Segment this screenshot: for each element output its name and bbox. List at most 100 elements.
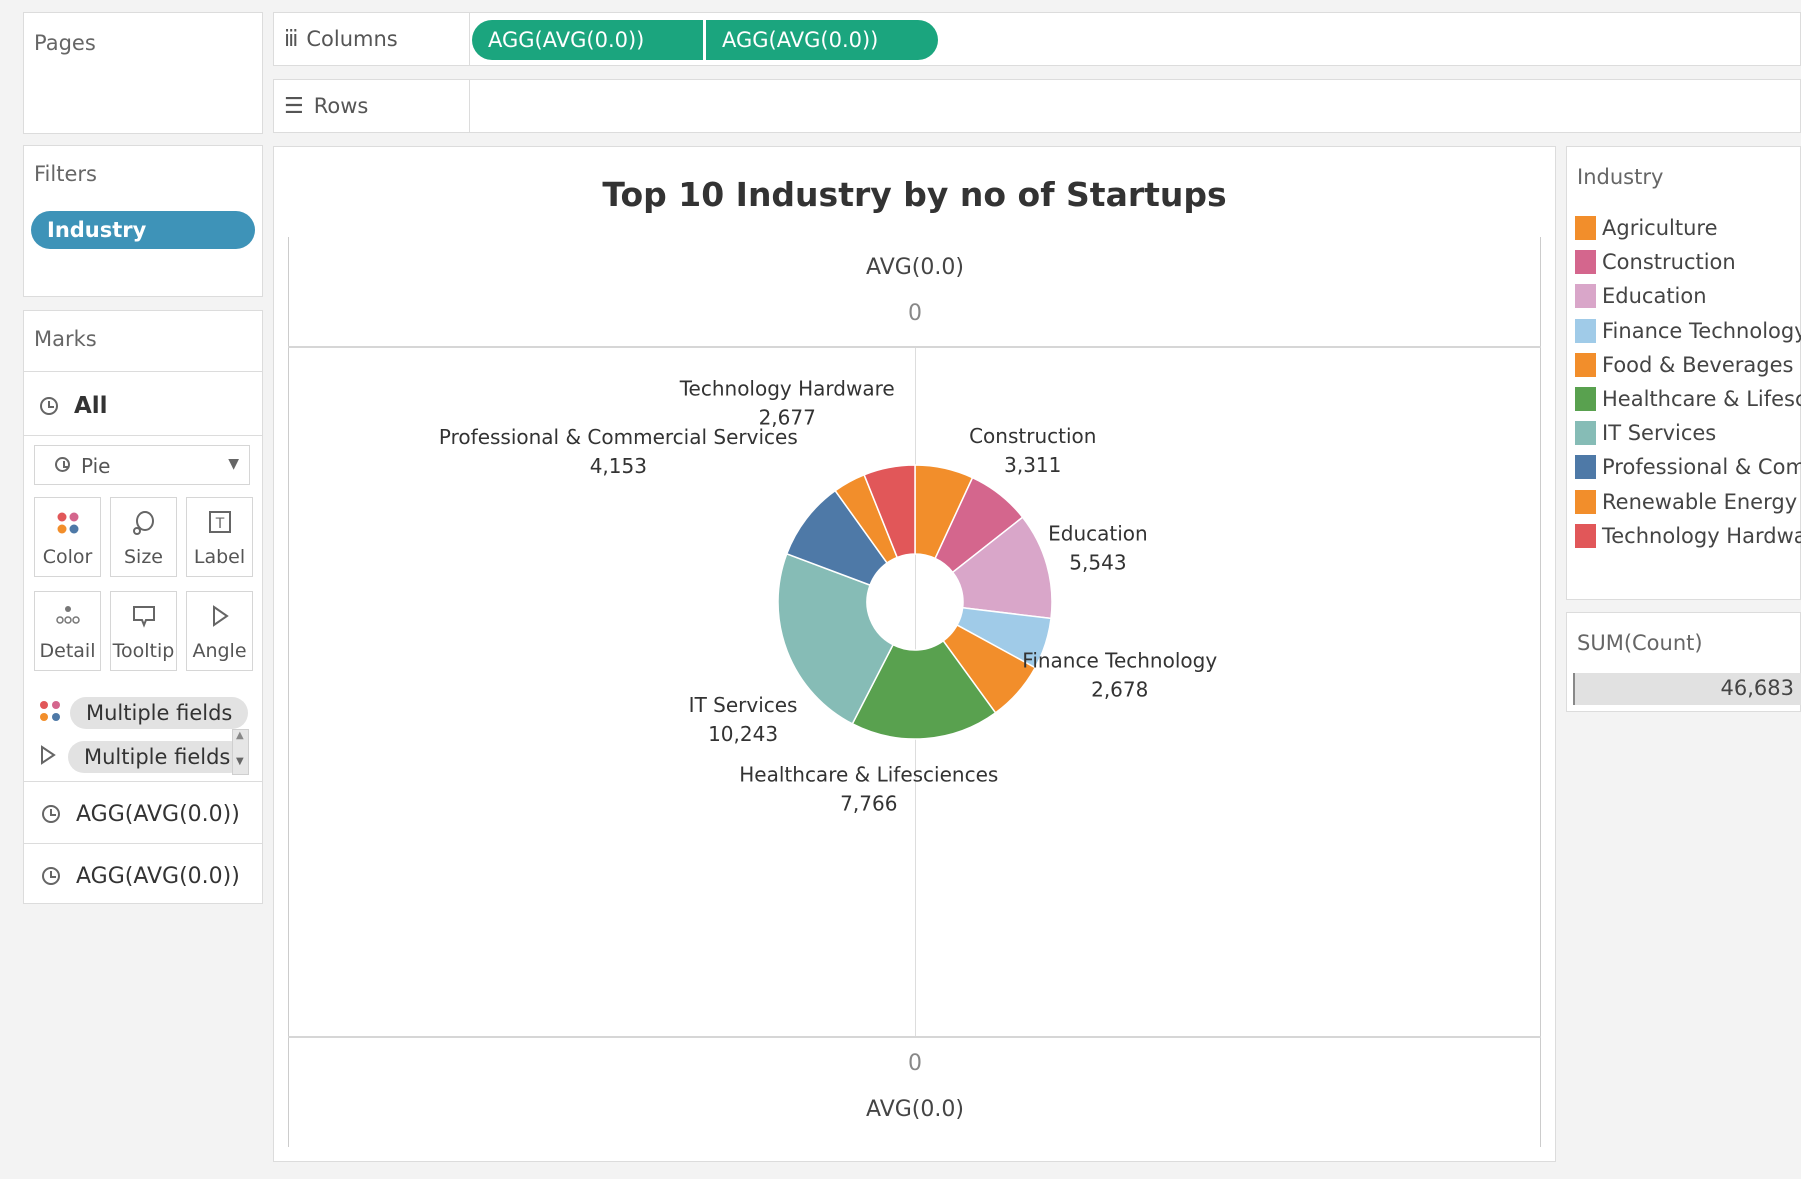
legend-label: Healthcare & Lifescie.. xyxy=(1602,387,1801,411)
legend-swatch xyxy=(1575,489,1596,514)
size-button-label: Size xyxy=(123,546,163,568)
legend-swatch xyxy=(1575,284,1596,309)
legend-item[interactable]: Healthcare & Lifescie.. xyxy=(1575,384,1801,414)
marks-layer-1[interactable]: AGG(AVG(0.0)) xyxy=(42,789,240,839)
mark-type-dropdown[interactable]: Pie ▼ xyxy=(34,445,250,485)
legend-swatch xyxy=(1575,523,1596,548)
legend-item[interactable]: Agriculture xyxy=(1575,213,1718,243)
sum-count-card: SUM(Count) 46,683 xyxy=(1566,612,1801,712)
legend-item[interactable]: Professional & Com.. xyxy=(1575,452,1801,482)
mark-type-value: Pie xyxy=(81,454,111,478)
marks-divider-4 xyxy=(24,843,262,844)
legend-label: IT Services xyxy=(1602,421,1717,446)
rows-shelf[interactable]: ☰ Rows xyxy=(273,79,1801,133)
pie-mark-icon xyxy=(42,867,60,885)
rows-icon: ☰ xyxy=(284,93,304,119)
tooltip-button-label: Tooltip xyxy=(112,640,175,662)
filter-pill-industry[interactable]: Industry xyxy=(31,211,255,249)
angle-icon xyxy=(38,744,58,770)
angle-field-pill[interactable]: Multiple fields xyxy=(68,741,247,773)
label-icon: T xyxy=(208,510,232,540)
rows-shelf-header: ☰ Rows xyxy=(274,80,470,132)
marks-card-label: Marks xyxy=(34,327,97,351)
marks-layer-2[interactable]: AGG(AVG(0.0)) xyxy=(42,851,240,901)
filters-shelf[interactable]: Filters Industry xyxy=(23,145,263,297)
pie-chart: Technology Hardware2,677Construction3,31… xyxy=(439,377,1217,816)
legend-swatch xyxy=(1575,421,1596,446)
data-label-name: Healthcare & Lifesciences xyxy=(739,762,998,786)
legend-title: Industry xyxy=(1577,165,1664,189)
color-field-pill[interactable]: Multiple fields xyxy=(70,697,249,729)
legend-label: Agriculture xyxy=(1602,216,1718,240)
columns-icon: iii xyxy=(284,26,298,52)
legend-item[interactable]: Education xyxy=(1575,281,1707,311)
data-label-value: 3,311 xyxy=(1004,453,1061,477)
legend-item[interactable]: IT Services xyxy=(1575,418,1716,448)
legend-label: Education xyxy=(1602,284,1707,309)
tooltip-button[interactable]: Tooltip xyxy=(110,591,177,671)
data-label-name: IT Services xyxy=(689,693,798,717)
column-pill-2[interactable]: AGG(AVG(0.0)) xyxy=(706,20,938,60)
color-dots-icon xyxy=(55,510,81,542)
legend-item[interactable]: Construction xyxy=(1575,247,1736,277)
svg-text:T: T xyxy=(214,516,224,532)
color-button[interactable]: Color xyxy=(34,497,101,577)
legend-label: Professional & Com.. xyxy=(1602,455,1801,480)
legend-swatch xyxy=(1575,387,1596,411)
pie-mark-icon xyxy=(55,457,70,472)
scroll-down-icon: ▼ xyxy=(236,756,244,767)
detail-button-label: Detail xyxy=(39,640,96,662)
data-label-name: Finance Technology xyxy=(1022,649,1217,673)
legend-item[interactable]: Technology Hardware xyxy=(1575,521,1801,551)
size-icon xyxy=(131,510,157,542)
marks-divider-3 xyxy=(24,781,262,782)
detail-button[interactable]: Detail xyxy=(34,591,101,671)
chevron-down-icon: ▼ xyxy=(228,456,239,472)
data-label-name: Technology Hardware xyxy=(679,377,895,401)
scroll-up-icon: ▲ xyxy=(236,730,244,741)
pages-shelf-label: Pages xyxy=(34,31,96,55)
legend-label: Finance Technology xyxy=(1602,318,1801,343)
columns-shelf-header: iii Columns xyxy=(274,13,470,65)
sum-count-bar: 46,683 xyxy=(1573,673,1801,705)
legend-swatch xyxy=(1575,455,1596,480)
legend-label: Renewable Energy xyxy=(1602,489,1798,514)
data-label-name: Construction xyxy=(969,424,1096,448)
data-label-value: 7,766 xyxy=(840,791,897,815)
legend-swatch xyxy=(1575,250,1596,275)
angle-button[interactable]: Angle xyxy=(186,591,253,671)
legend-item[interactable]: Finance Technology xyxy=(1575,316,1801,346)
size-button[interactable]: Size xyxy=(110,497,177,577)
pages-shelf[interactable]: Pages xyxy=(23,12,263,134)
color-button-label: Color xyxy=(42,546,93,568)
color-field-row: Multiple fields xyxy=(38,695,249,731)
label-button[interactable]: T Label xyxy=(186,497,253,577)
sum-count-value: 46,683 xyxy=(1720,676,1794,700)
data-label-value: 10,243 xyxy=(708,722,778,746)
legend-swatch xyxy=(1575,352,1596,377)
tooltip-icon xyxy=(131,604,157,634)
marks-scrollbar[interactable]: ▲ ▼ xyxy=(232,729,249,775)
legend-swatch xyxy=(1575,216,1596,240)
detail-icon xyxy=(55,604,81,634)
data-label-value: 5,543 xyxy=(1069,551,1126,575)
pie-mark-icon xyxy=(42,805,60,823)
marks-divider xyxy=(24,371,262,372)
marks-all-tab[interactable]: All xyxy=(40,386,108,426)
data-label-value: 4,153 xyxy=(590,454,647,478)
angle-button-label: Angle xyxy=(192,640,247,662)
columns-shelf[interactable]: iii Columns AGG(AVG(0.0)) AGG(AVG(0.0)) xyxy=(273,12,1801,66)
legend-item[interactable]: Renewable Energy xyxy=(1575,487,1797,517)
marks-divider-2 xyxy=(24,435,262,436)
filters-shelf-label: Filters xyxy=(34,162,97,186)
legend-item[interactable]: Food & Beverages xyxy=(1575,350,1793,380)
column-pill-1[interactable]: AGG(AVG(0.0)) xyxy=(472,20,703,60)
rows-shelf-label: Rows xyxy=(313,94,369,118)
legend-label: Food & Beverages xyxy=(1602,352,1794,377)
angle-icon xyxy=(209,604,231,634)
sum-count-title: SUM(Count) xyxy=(1577,631,1703,655)
marks-layer-1-label: AGG(AVG(0.0)) xyxy=(76,801,240,827)
data-label-name: Professional & Commercial Services xyxy=(439,425,798,449)
data-label-value: 2,678 xyxy=(1091,678,1148,702)
legend-label: Technology Hardware xyxy=(1602,523,1801,548)
